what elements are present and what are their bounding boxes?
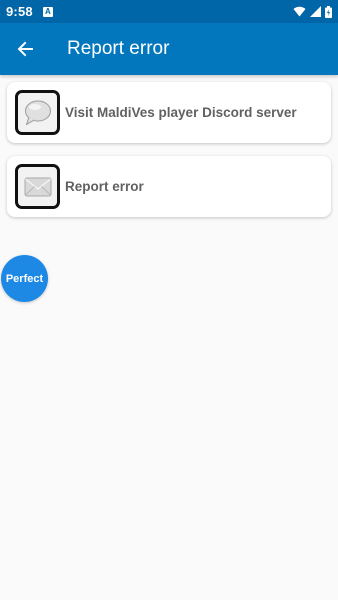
discord-server-label: Visit MaldiVes player Discord server — [65, 105, 297, 120]
battery-icon — [325, 5, 332, 18]
perfect-button[interactable]: Perfect — [1, 255, 48, 302]
status-icons — [293, 5, 332, 18]
envelope-icon — [15, 164, 60, 209]
arrow-back-icon — [17, 41, 33, 57]
notification-a-icon: A — [42, 6, 53, 17]
status-bar: 9:58 A — [0, 0, 338, 23]
chat-bubble-icon — [15, 90, 60, 135]
page-title: Report error — [67, 38, 170, 59]
report-error-label: Report error — [65, 179, 144, 194]
wifi-icon — [293, 6, 306, 17]
discord-server-item[interactable]: Visit MaldiVes player Discord server — [7, 82, 331, 143]
report-error-item[interactable]: Report error — [7, 156, 331, 217]
back-button[interactable] — [0, 23, 50, 75]
cell-signal-icon — [310, 6, 321, 17]
status-time: 9:58 — [6, 4, 33, 19]
app-bar: Report error — [0, 23, 338, 75]
